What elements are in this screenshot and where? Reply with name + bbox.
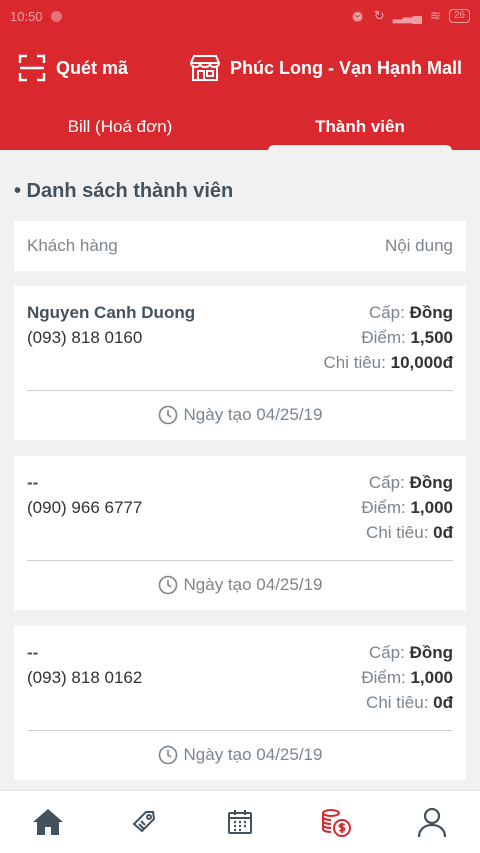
alarm-icon: ⏰	[349, 8, 366, 23]
tier-label: Cấp:	[368, 643, 405, 662]
nav-home[interactable]	[18, 792, 78, 852]
spend-value: 0đ	[433, 523, 453, 542]
tier-label: Cấp:	[368, 473, 405, 492]
clock-icon	[158, 575, 177, 595]
tab-members[interactable]: Thành viên	[240, 104, 480, 150]
tab-bar: Bill (Hoá đơn) Thành viên	[0, 104, 480, 150]
created-date: Ngày tạo 04/25/19	[183, 405, 323, 424]
nav-coupons[interactable]	[114, 792, 174, 852]
member-spend: Chi tiêu: 10,000đ	[324, 350, 454, 375]
member-tier: Cấp: Đồng	[361, 640, 453, 665]
tab-bill[interactable]: Bill (Hoá đơn)	[0, 104, 240, 150]
bottom-nav	[0, 790, 480, 853]
member-card[interactable]: Nguyen Canh Duong (093) 818 0160 Cấp: Đồ…	[14, 286, 466, 440]
created-date-row: Ngày tạo 04/25/19	[14, 390, 466, 440]
created-date-row: Ngày tạo 04/25/19	[14, 730, 466, 780]
member-points: Điểm: 1,500	[324, 325, 453, 350]
home-icon	[33, 809, 63, 835]
coupon-icon	[132, 811, 156, 833]
member-name: --	[27, 473, 39, 492]
store-name: Phúc Long - Vạn Hạnh Mall	[229, 57, 462, 78]
column-content: Nội dung	[384, 236, 453, 255]
spend-label: Chi tiêu:	[323, 353, 386, 372]
spend-value: 0đ	[433, 693, 453, 712]
column-customer: Khách hàng	[27, 236, 118, 255]
wifi-icon: ≋	[429, 8, 441, 23]
nav-payments[interactable]	[306, 792, 366, 852]
section-title: • Danh sách thành viên	[14, 180, 234, 202]
member-phone: (093) 818 0162	[27, 668, 143, 687]
created-date-row: Ngày tạo 04/25/19	[14, 560, 466, 610]
status-bar: 10:50 ⏰ ↻ ▂▃▄ ≋ 26	[0, 0, 480, 32]
scan-button[interactable]: Quét mã	[18, 54, 128, 82]
points-value: 1,000	[410, 498, 453, 517]
member-card[interactable]: -- (090) 966 6777 Cấp: Đồng Điểm: 1,000 …	[14, 456, 466, 610]
nav-profile[interactable]	[402, 792, 462, 852]
tier-value: Đồng	[409, 643, 453, 662]
created-date: Ngày tạo 04/25/19	[183, 745, 323, 764]
points-label: Điểm:	[361, 498, 406, 517]
tier-value: Đồng	[409, 303, 453, 322]
store-icon	[189, 55, 220, 81]
clock-icon	[158, 745, 177, 765]
tier-label: Cấp:	[368, 303, 405, 322]
scan-label: Quét mã	[56, 57, 129, 78]
coins-icon	[322, 809, 351, 837]
column-header: Khách hàng Nội dung	[14, 221, 466, 271]
points-value: 1,500	[410, 328, 453, 347]
member-card[interactable]: -- (093) 818 0162 Cấp: Đồng Điểm: 1,000 …	[14, 626, 466, 780]
store-selector[interactable]: Phúc Long - Vạn Hạnh Mall	[189, 54, 462, 82]
created-date: Ngày tạo 04/25/19	[183, 575, 323, 594]
tier-value: Đồng	[409, 473, 453, 492]
calendar-icon	[228, 810, 252, 834]
member-spend: Chi tiêu: 0đ	[361, 520, 453, 545]
sync-icon: ↻	[373, 8, 385, 23]
member-phone: (090) 966 6777	[27, 498, 143, 517]
tab-active-indicator	[268, 145, 452, 153]
nav-calendar[interactable]	[210, 792, 270, 852]
user-icon	[417, 807, 447, 838]
member-tier: Cấp: Đồng	[361, 470, 453, 495]
member-name: --	[27, 643, 39, 662]
member-tier: Cấp: Đồng	[324, 300, 453, 325]
clock-icon	[158, 405, 177, 425]
spend-label: Chi tiêu:	[366, 693, 429, 712]
member-name: Nguyen Canh Duong	[27, 303, 196, 322]
points-value: 1,000	[410, 668, 453, 687]
points-label: Điểm:	[361, 668, 406, 687]
spend-value: 10,000đ	[390, 353, 453, 372]
scan-icon	[18, 54, 46, 82]
header-actions: Quét mã Phúc Long - Vạn Hạnh Mall	[0, 48, 480, 88]
member-phone: (093) 818 0160	[27, 328, 143, 347]
member-spend: Chi tiêu: 0đ	[361, 690, 453, 715]
battery-icon: 26	[448, 9, 470, 23]
spend-label: Chi tiêu:	[366, 523, 429, 542]
member-points: Điểm: 1,000	[361, 665, 453, 690]
status-time: 10:50	[10, 8, 43, 24]
member-points: Điểm: 1,000	[361, 495, 453, 520]
notification-dot-icon	[50, 10, 62, 22]
signal-icon: ▂▃▄	[392, 8, 422, 23]
points-label: Điểm:	[361, 328, 406, 347]
